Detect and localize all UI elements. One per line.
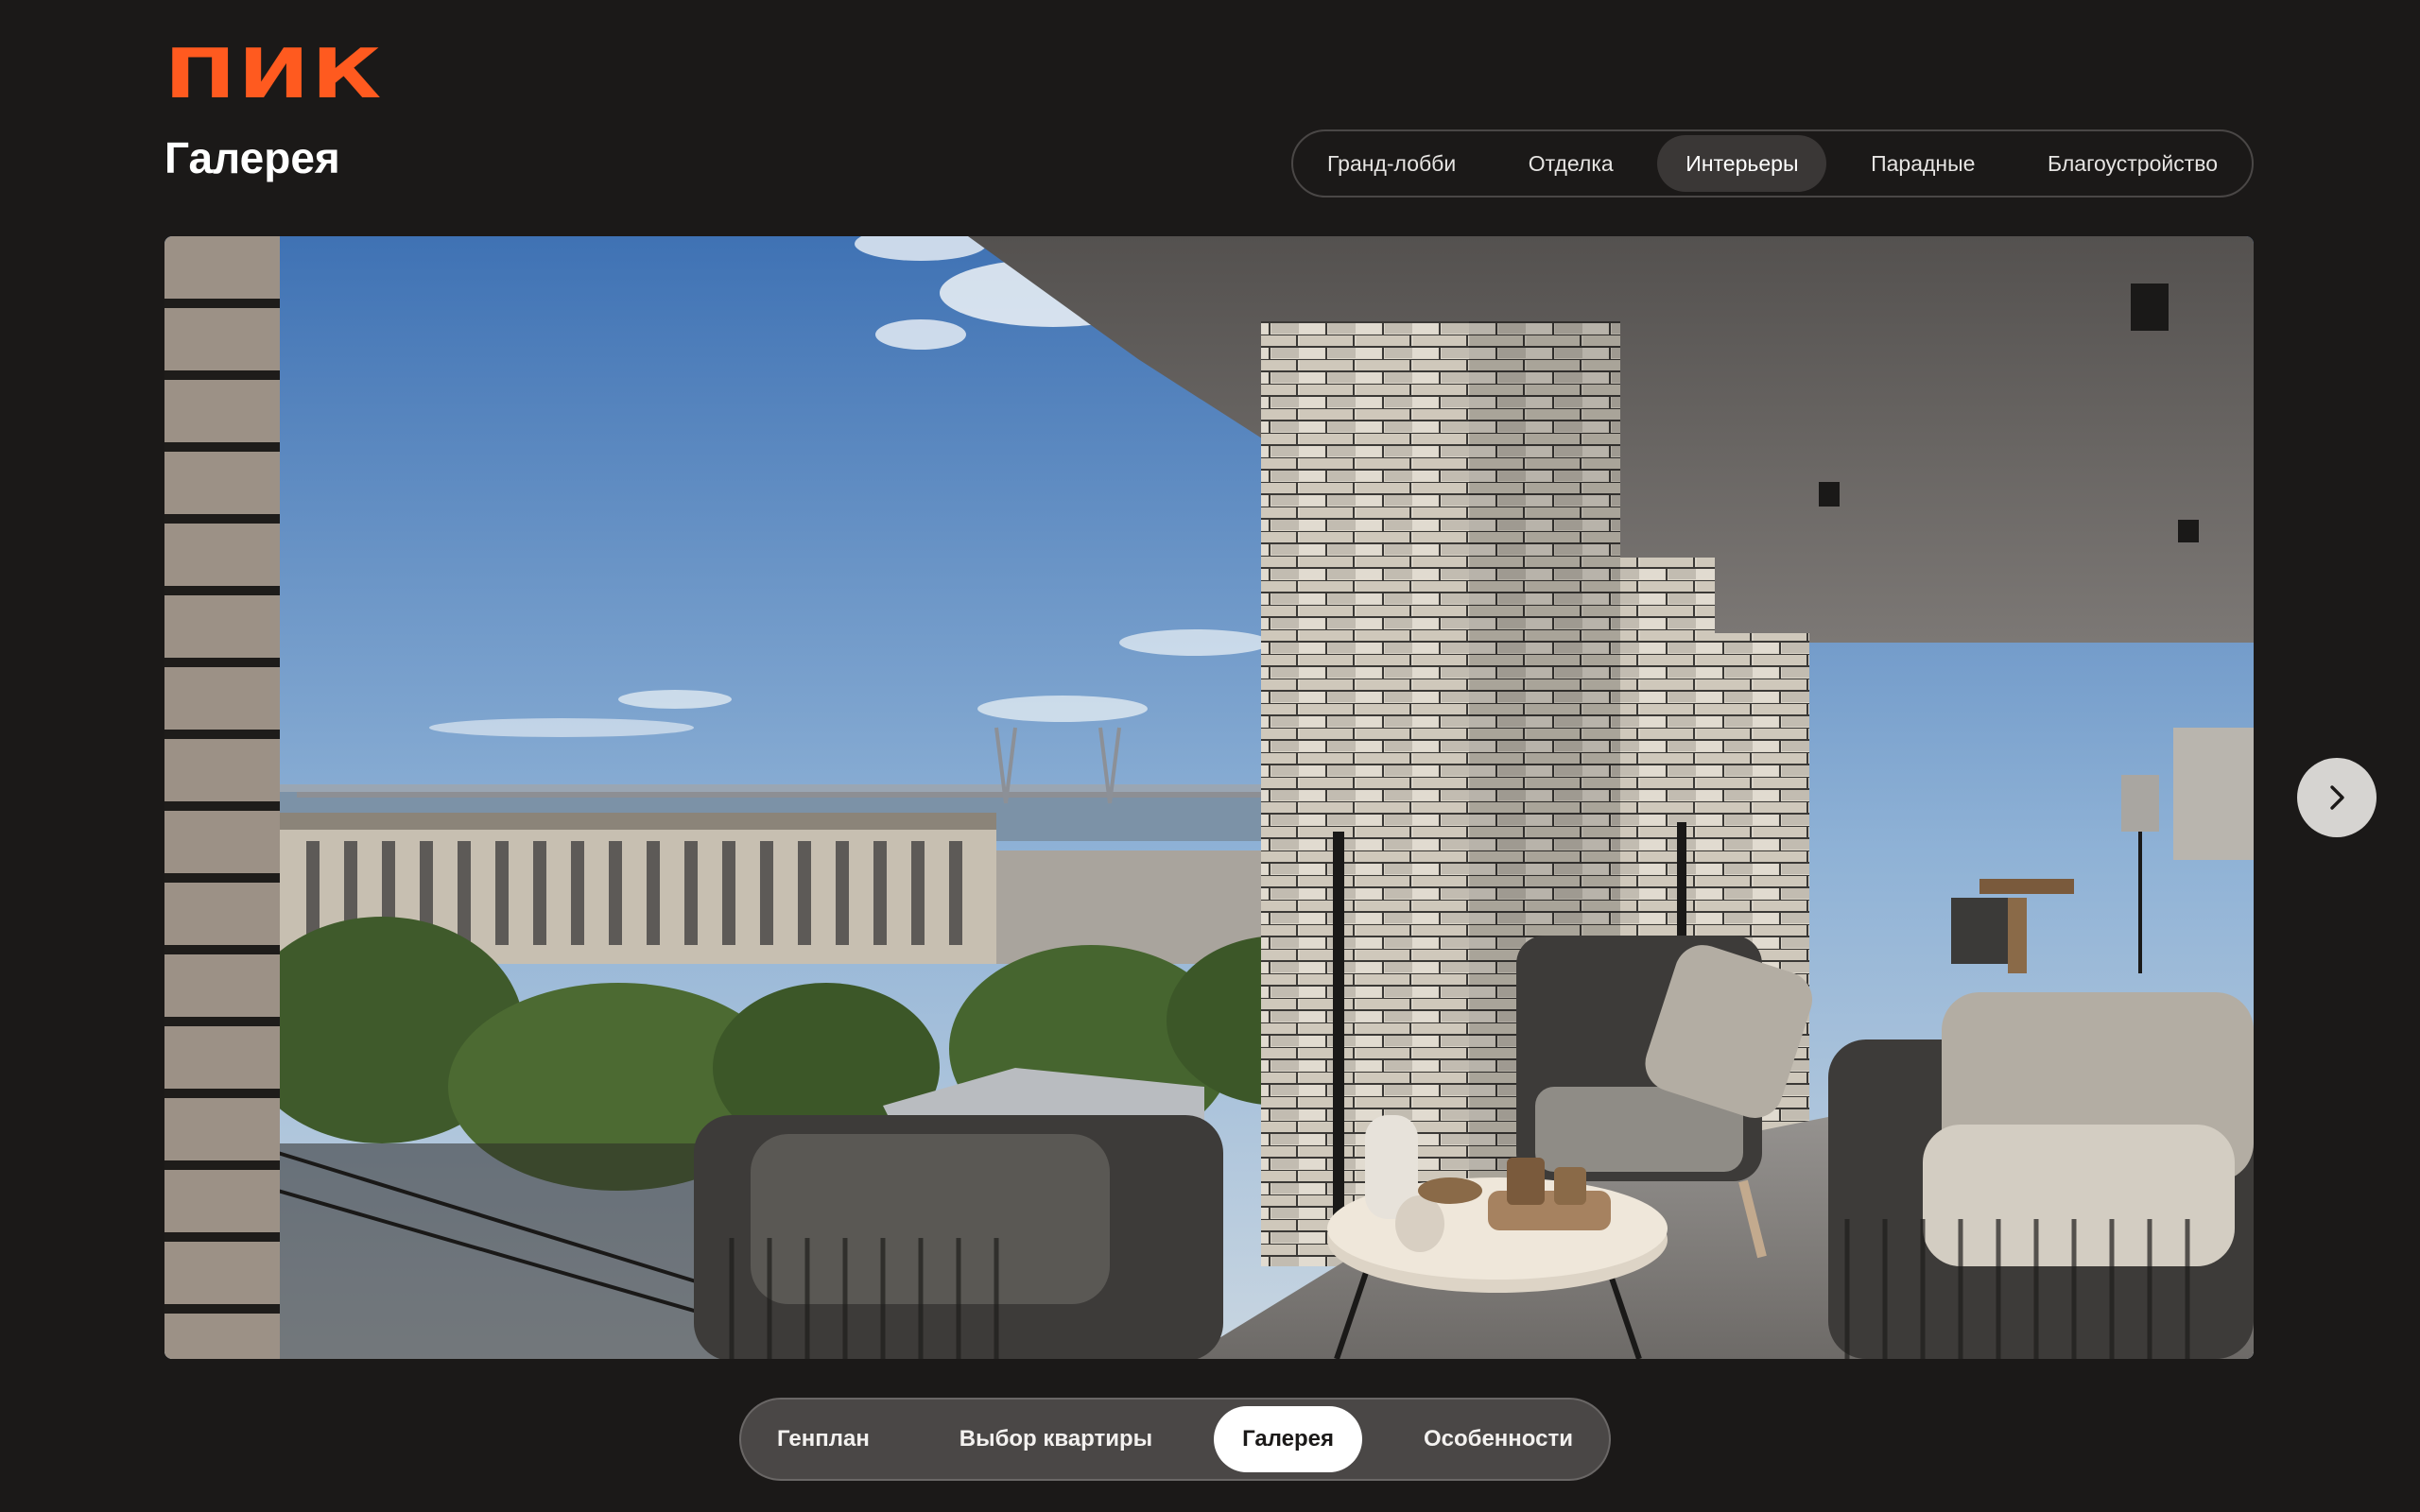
nav-site-plan[interactable]: Генплан <box>749 1406 898 1472</box>
gallery-image[interactable] <box>164 236 2254 1359</box>
tab-grand-lobby[interactable]: Гранд-лобби <box>1299 135 1484 192</box>
gallery-category-tabs: Гранд-лобби Отделка Интерьеры Парадные Б… <box>1291 129 2254 198</box>
nav-gallery[interactable]: Галерея <box>1214 1406 1363 1472</box>
tab-interiors[interactable]: Интерьеры <box>1657 135 1827 192</box>
gallery-next-button[interactable] <box>2297 758 2377 837</box>
page: ПИК Галерея Гранд-лобби Отделка Интерьер… <box>0 0 2420 1512</box>
nav-apartment-selection[interactable]: Выбор квартиры <box>931 1406 1181 1472</box>
tab-landscaping[interactable]: Благоустройство <box>2019 135 2246 192</box>
terrace-render <box>164 236 2254 1359</box>
page-title: Галерея <box>164 133 340 182</box>
tab-entrances[interactable]: Парадные <box>1842 135 2003 192</box>
pik-logo[interactable]: ПИК <box>164 40 384 108</box>
chevron-right-icon <box>2330 785 2344 810</box>
tab-finishing[interactable]: Отделка <box>1500 135 1642 192</box>
section-nav: Генплан Выбор квартиры Галерея Особеннос… <box>739 1398 1611 1481</box>
nav-features[interactable]: Особенности <box>1395 1406 1601 1472</box>
